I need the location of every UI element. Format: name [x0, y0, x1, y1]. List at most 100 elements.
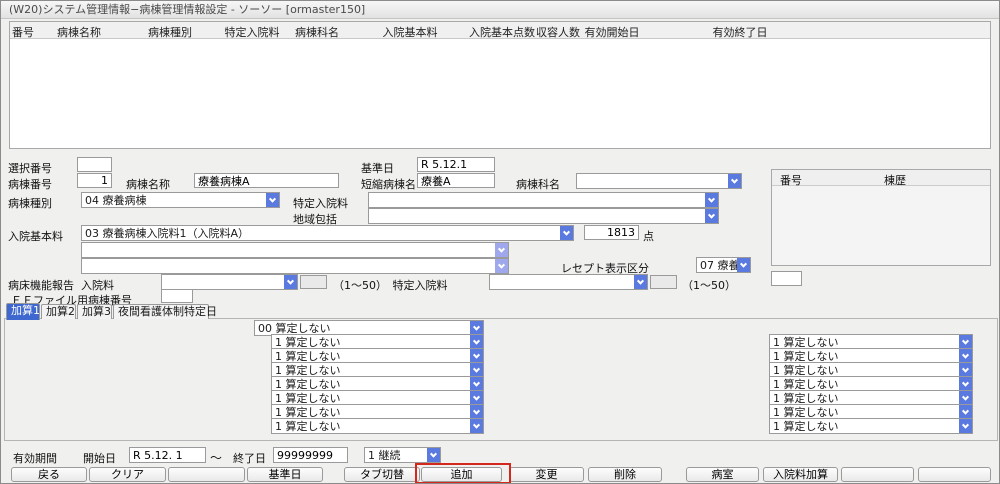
chevron-down-icon[interactable] [560, 226, 573, 240]
tilde-separator: ～ [210, 449, 222, 466]
points-unit-label: 点 [643, 228, 654, 244]
addition-row-value: 1 算定しない [770, 405, 959, 419]
ward-type-select[interactable]: 04 療養病棟 [81, 192, 280, 208]
chevron-down-icon[interactable] [470, 321, 483, 335]
blank-button-2[interactable] [841, 467, 914, 482]
chevron-down-icon[interactable] [495, 259, 508, 273]
chevron-down-icon[interactable] [284, 275, 297, 289]
ward-type-value: 04 療養病棟 [82, 193, 266, 207]
basic-fee-sub-select-1[interactable] [81, 242, 509, 258]
column-header-ward-name: 病棟名称 [57, 24, 101, 40]
chevron-down-icon[interactable] [959, 377, 972, 391]
regional-package-value [369, 209, 705, 223]
ward-dept-select[interactable] [576, 173, 742, 189]
receipt-display-select[interactable]: 07 療養 [696, 257, 751, 273]
window-titlebar: (W20)システム管理情報−病棟管理情報設定 - ソーソー [ormaster1… [1, 1, 999, 19]
continue-value: 1 継続 [365, 448, 427, 462]
chevron-down-icon[interactable] [959, 363, 972, 377]
history-number-input[interactable] [771, 271, 802, 286]
chevron-down-icon[interactable] [470, 363, 483, 377]
basic-fee-sub-value-1 [82, 243, 495, 257]
basic-fee-value: 03 療養病棟入院料1（入院料A） [82, 226, 560, 240]
base-date-button[interactable]: 基準日 [247, 467, 323, 482]
room-button[interactable]: 病室 [686, 467, 759, 482]
start-date-label: 開始日 [83, 450, 116, 466]
tab-switch-button[interactable]: タブ切替 [344, 467, 420, 482]
chevron-down-icon[interactable] [470, 377, 483, 391]
history-column-history: 棟歴 [884, 172, 906, 188]
ef-file-ward-number-input[interactable] [161, 289, 193, 303]
bed-function-specific-select[interactable] [489, 274, 648, 290]
basic-fee-select[interactable]: 03 療養病棟入院料1（入院料A） [81, 225, 574, 241]
chevron-down-icon[interactable] [959, 335, 972, 349]
regional-package-select[interactable] [368, 208, 719, 224]
back-button[interactable]: 戻る [11, 467, 87, 482]
end-date-input[interactable] [273, 447, 348, 463]
chevron-down-icon[interactable] [728, 174, 741, 188]
addition-row-value: 1 算定しない [272, 419, 470, 433]
addition-row-value: 1 算定しない [272, 335, 470, 349]
ward-name-input[interactable] [194, 173, 339, 188]
chevron-down-icon[interactable] [266, 193, 279, 207]
blank-button-1[interactable] [168, 467, 245, 482]
tab-kasan3[interactable]: 加算3 [77, 304, 112, 319]
addition-row-value: 1 算定しない [272, 363, 470, 377]
column-header-start-date: 有効開始日 [585, 24, 640, 40]
blank-button-3[interactable] [918, 467, 991, 482]
basic-fee-sub-select-2[interactable] [81, 258, 509, 274]
change-button[interactable]: 変更 [509, 467, 584, 482]
ward-number-input[interactable] [77, 173, 112, 188]
chevron-down-icon[interactable] [959, 419, 972, 433]
chevron-down-icon[interactable] [959, 349, 972, 363]
bed-function-fee-value [162, 275, 284, 289]
addition-row-value: 1 算定しない [272, 391, 470, 405]
chevron-down-icon[interactable] [705, 193, 718, 207]
column-header-ward-type: 病棟種別 [148, 24, 192, 40]
chevron-down-icon[interactable] [959, 391, 972, 405]
chevron-down-icon[interactable] [737, 258, 750, 272]
chevron-down-icon[interactable] [427, 448, 440, 462]
chevron-down-icon[interactable] [959, 405, 972, 419]
specific-fee-label: 特定入院料 [293, 195, 348, 211]
specific-fee-select[interactable] [368, 192, 719, 208]
column-header-capacity: 収容人数 [536, 24, 580, 40]
chevron-down-icon[interactable] [470, 419, 483, 433]
continue-select[interactable]: 1 継続 [364, 447, 441, 463]
building-history-table[interactable]: 番号 棟歴 [771, 169, 991, 266]
delete-button[interactable]: 削除 [588, 467, 662, 482]
chevron-down-icon[interactable] [705, 209, 718, 223]
short-ward-name-input[interactable] [417, 173, 495, 188]
addition-row-value: 1 算定しない [272, 377, 470, 391]
addition-row-select[interactable]: 1 算定しない [769, 418, 973, 434]
specific-fee-value [369, 193, 705, 207]
range1-label: （1～50） 特定入院料 [333, 277, 448, 293]
basic-points-input[interactable] [584, 225, 639, 240]
addition-row-value: 1 算定しない [770, 419, 959, 433]
tab-kasan1[interactable]: 加算1 [6, 303, 40, 320]
base-date-input[interactable] [417, 157, 495, 172]
short-ward-name-label: 短縮病棟名 [361, 176, 416, 192]
clear-button[interactable]: クリア [89, 467, 166, 482]
column-header-number: 番号 [12, 24, 34, 40]
ward-type-label: 病棟種別 [8, 195, 52, 211]
tab-kasan2[interactable]: 加算2 [41, 304, 76, 319]
column-header-end-date: 有効終了日 [713, 24, 768, 40]
admission-addition-button[interactable]: 入院料加算 [763, 467, 838, 482]
start-date-input[interactable] [129, 447, 206, 463]
bed-function-fee-select[interactable] [161, 274, 298, 290]
chevron-down-icon[interactable] [634, 275, 647, 289]
chevron-down-icon[interactable] [470, 391, 483, 405]
admission-fee-label: 入院料 [81, 277, 114, 293]
range2-label: （1～50） [682, 277, 736, 293]
bed-function-fee-count [300, 275, 327, 289]
receipt-display-value: 07 療養 [697, 258, 737, 272]
chevron-down-icon[interactable] [470, 349, 483, 363]
tab-night-nursing[interactable]: 夜間看護体制特定日 [113, 304, 209, 319]
chevron-down-icon[interactable] [470, 405, 483, 419]
addition-row-select[interactable]: 1 算定しない [271, 418, 484, 434]
chevron-down-icon[interactable] [495, 243, 508, 257]
history-column-number: 番号 [780, 172, 802, 188]
select-number-input[interactable] [77, 157, 112, 172]
chevron-down-icon[interactable] [470, 335, 483, 349]
ward-list-table[interactable]: 番号 病棟名称 病棟種別 特定入院料 病棟科名 入院基本料 入院基本点数 収容人… [9, 21, 991, 149]
